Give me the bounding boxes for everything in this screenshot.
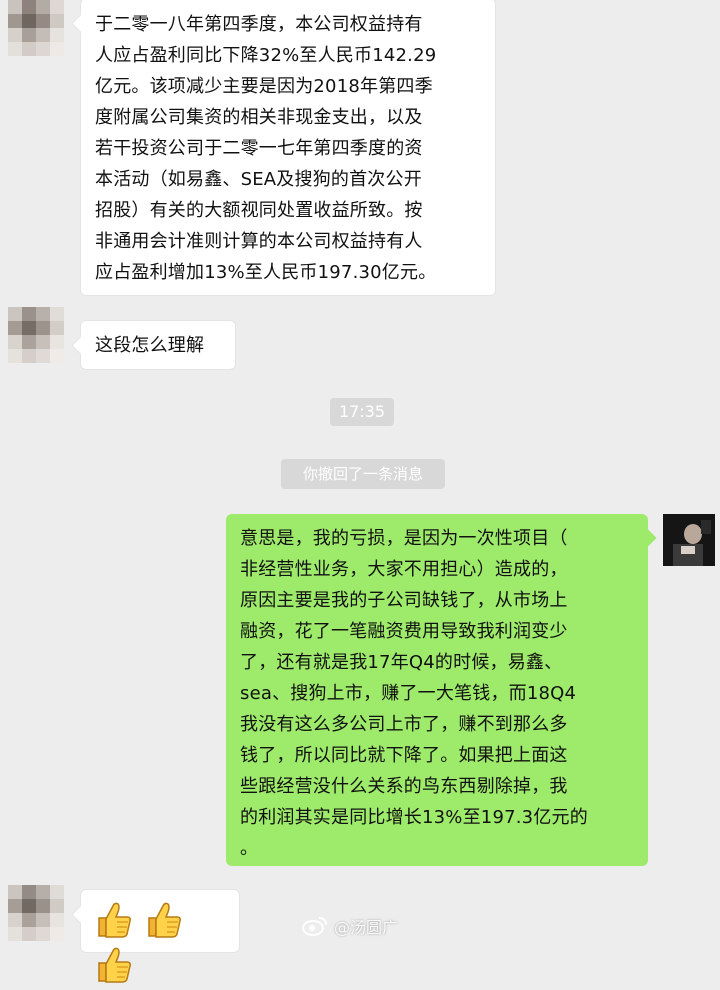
bubble-tail	[71, 14, 90, 33]
message-text: 于二零一八年第四季度，本公司权益持有 人应占盈利同比下降32%至人民币142.2…	[95, 14, 437, 283]
message-bubble-received[interactable]: 这段怎么理解	[71, 320, 236, 370]
recalled-notice: 你撤回了一条消息	[281, 459, 445, 489]
weibo-logo-icon	[302, 917, 327, 936]
watermark: @汤圆广	[302, 914, 398, 938]
avatar-other[interactable]	[8, 885, 64, 941]
bubble-tail	[639, 529, 657, 547]
message-bubble-received[interactable]: 于二零一八年第四季度，本公司权益持有 人应占盈利同比下降32%至人民币142.2…	[71, 0, 496, 296]
message-text: 意思是，我的亏损，是因为一次性项目（ 非经营性业务，大家不用担心）造成的， 原因…	[240, 528, 588, 859]
avatar-photo-icon	[663, 514, 715, 566]
bubble-tail	[71, 336, 90, 355]
watermark-text: @汤圆广	[334, 918, 399, 937]
message-text: 这段怎么理解	[95, 335, 205, 356]
avatar-me[interactable]	[663, 514, 715, 566]
message-bubble-sent[interactable]: 意思是，我的亏损，是因为一次性项目（ 非经营性业务，大家不用担心）造成的， 原因…	[226, 514, 657, 866]
message-bubble-received[interactable]	[71, 889, 240, 983]
avatar-other[interactable]	[8, 307, 64, 363]
avatar-other[interactable]	[8, 0, 64, 56]
thumbs-up-icon	[95, 945, 133, 990]
thumbs-up-icon	[95, 900, 133, 945]
timestamp: 17:35	[330, 398, 394, 426]
bubble-tail	[71, 905, 90, 924]
thumbs-up-icon	[145, 900, 183, 945]
